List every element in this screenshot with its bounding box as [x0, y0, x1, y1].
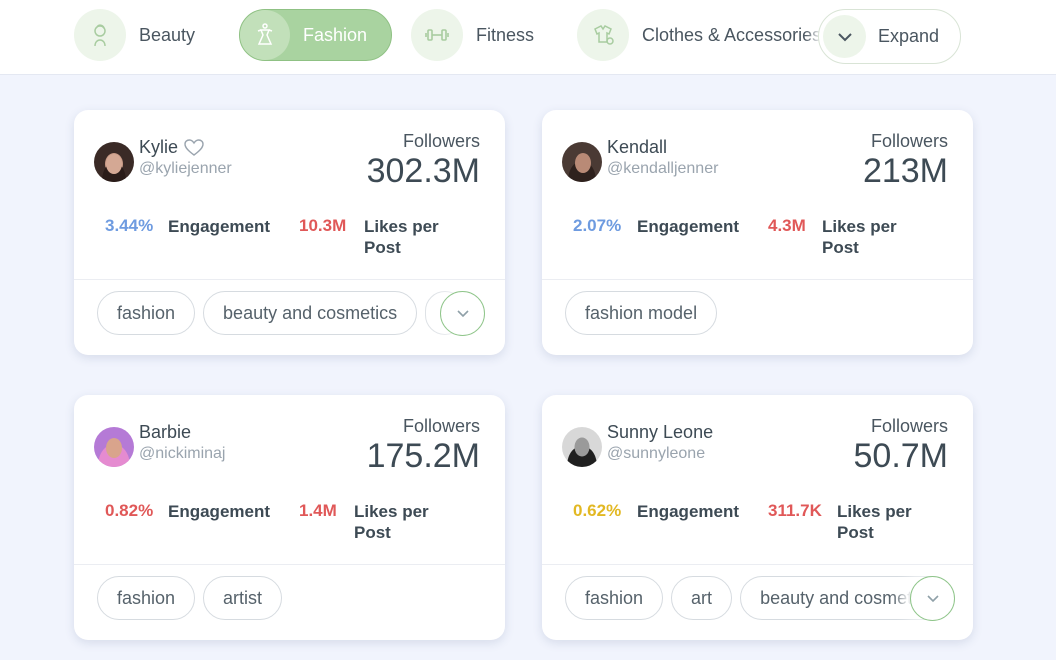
more-tags-button[interactable] [440, 291, 485, 336]
followers-label: Followers [870, 416, 948, 436]
tag-chip[interactable]: fashion [97, 291, 196, 335]
expand-label: Expand [878, 26, 940, 46]
engagement-label: Engagement [637, 502, 740, 521]
tag-chip[interactable]: fashion model [565, 291, 718, 335]
engagement-rate: 0.62% [573, 501, 622, 520]
category-clothes-accessories[interactable]: Clothes & Accessories [577, 9, 820, 61]
engagement-label: Engagement [637, 217, 740, 236]
card-divider [74, 564, 505, 565]
influencer-name-row: Sunny Leone [607, 422, 713, 443]
tag-list: fashion art beauty and cosmetics [565, 576, 950, 620]
followers-label: Followers [870, 131, 948, 151]
category-label: Beauty [139, 24, 196, 45]
followers-count: 213M [862, 152, 948, 190]
engagement-rate: 0.82% [105, 501, 154, 520]
likes-per-post-value: 4.3M [768, 216, 806, 235]
heart-outline-icon[interactable] [184, 138, 204, 157]
likes-per-post-value: 311.7K [768, 501, 822, 520]
chevron-down-icon [823, 15, 866, 58]
fashion-icon [240, 10, 290, 60]
influencer-card[interactable]: Kylie @kyliejenner Followers 302.3M 3.44… [74, 110, 505, 355]
engagement-label: Engagement [168, 217, 271, 236]
followers-count: 175.2M [366, 437, 480, 475]
category-beauty[interactable]: Beauty [74, 9, 195, 61]
category-bar: Beauty Fashion Fitness Clothes & Accesso… [0, 0, 1056, 75]
chevron-down-icon [926, 595, 939, 603]
category-overflow-clip: Clothes & Accessories [570, 0, 820, 75]
influencer-name: Kendall [607, 137, 668, 157]
more-tags-button[interactable] [910, 576, 955, 621]
fitness-icon [411, 9, 463, 61]
card-divider [542, 279, 973, 280]
tag-chip[interactable]: beauty and cosmetics [203, 291, 418, 335]
tag-chip[interactable]: art [671, 576, 733, 620]
card-divider [542, 564, 973, 565]
tag-chip[interactable]: fashion [565, 576, 664, 620]
influencer-name: Sunny Leone [607, 422, 714, 442]
followers-count: 302.3M [366, 152, 480, 190]
avatar [562, 427, 602, 467]
followers-label: Followers [402, 416, 480, 436]
tag-list: fashion beauty and cosmetics [97, 291, 482, 335]
expand-categories-button[interactable]: Expand [818, 9, 961, 64]
category-fitness[interactable]: Fitness [411, 9, 534, 61]
tag-list: fashion model [565, 291, 950, 335]
clothes-accessories-icon [577, 9, 629, 61]
beauty-icon [74, 9, 126, 61]
influencer-card[interactable]: Barbie @nickiminaj Followers 175.2M 0.82… [74, 395, 505, 640]
influencer-card[interactable]: Kendall @kendalljenner Followers 213M 2.… [542, 110, 973, 355]
influencer-name: Kylie [139, 137, 179, 157]
avatar [94, 142, 134, 182]
engagement-rate: 3.44% [105, 216, 154, 235]
likes-per-post-label: Likes per Post [822, 217, 897, 257]
avatar [562, 142, 602, 182]
influencer-handle[interactable]: @kendalljenner [607, 160, 718, 178]
influencer-handle[interactable]: @sunnyleone [607, 445, 705, 463]
influencer-name-row: Kylie [139, 137, 204, 158]
tag-chip[interactable]: fashion [97, 576, 196, 620]
category-label: Clothes & Accessories [642, 24, 820, 45]
likes-per-post-value: 1.4M [299, 501, 337, 520]
influencer-handle[interactable]: @nickiminaj [139, 445, 225, 463]
influencer-name-row: Kendall [607, 137, 667, 158]
category-fashion[interactable]: Fashion [239, 9, 393, 61]
influencer-name-row: Barbie [139, 422, 191, 443]
category-label: Fashion [303, 24, 368, 45]
avatar [94, 427, 134, 467]
likes-per-post-label: Likes per Post [364, 217, 439, 257]
engagement-rate: 2.07% [573, 216, 622, 235]
tag-list: fashion artist [97, 576, 482, 620]
engagement-label: Engagement [168, 502, 271, 521]
card-divider [74, 279, 505, 280]
followers-label: Followers [402, 131, 480, 151]
chevron-down-icon [456, 310, 469, 318]
influencer-name: Barbie [139, 422, 192, 442]
likes-per-post-label: Likes per Post [837, 502, 912, 542]
followers-count: 50.7M [853, 437, 949, 475]
category-label: Fitness [476, 24, 535, 45]
likes-per-post-value: 10.3M [299, 216, 347, 235]
likes-per-post-label: Likes per Post [354, 502, 429, 542]
tag-chip[interactable]: artist [203, 576, 283, 620]
influencer-handle[interactable]: @kyliejenner [139, 160, 232, 178]
influencer-card[interactable]: Sunny Leone @sunnyleone Followers 50.7M … [542, 395, 973, 640]
